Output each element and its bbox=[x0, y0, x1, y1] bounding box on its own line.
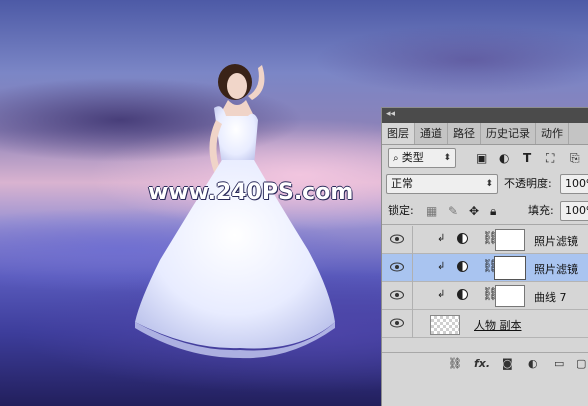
layer-mask-thumbnail[interactable] bbox=[495, 229, 525, 251]
layer-row-selected[interactable]: ↲ ⛓ 照片滤镜 bbox=[382, 254, 588, 282]
adjustment-layer-icon bbox=[457, 289, 468, 300]
watermark-text: www.240PS.com bbox=[148, 180, 354, 205]
new-group-icon[interactable]: ▭ bbox=[554, 357, 564, 370]
layer-row[interactable]: ↲ ⛓ 照片滤镜 bbox=[382, 226, 588, 254]
blend-row: 正常 ⬍ 不透明度: 100% bbox=[382, 174, 588, 200]
filter-row: ⌕ 类型 ⬍ ▣ ◐ T ⛶ ⎘ bbox=[382, 148, 588, 176]
type-filter-icon[interactable]: T bbox=[523, 151, 531, 165]
adjustment-layer-icon bbox=[457, 261, 468, 272]
layer-mask-thumbnail[interactable] bbox=[494, 256, 526, 280]
tab-channels[interactable]: 通道 bbox=[415, 123, 448, 144]
tab-layers[interactable]: 图层 bbox=[382, 122, 415, 144]
layer-mask-thumbnail[interactable] bbox=[495, 285, 525, 307]
blend-mode-value: 正常 bbox=[391, 177, 413, 190]
fill-input[interactable]: 100% bbox=[560, 201, 588, 221]
stepper-arrow-icon: ⬍ bbox=[443, 153, 451, 163]
adjustment-layer-icon bbox=[457, 233, 468, 244]
new-adjustment-icon[interactable]: ◐ bbox=[528, 357, 538, 370]
opacity-input[interactable]: 100% bbox=[560, 174, 588, 194]
opacity-label: 不透明度: bbox=[504, 177, 552, 190]
layer-thumbnail[interactable] bbox=[430, 315, 460, 335]
collapse-icon[interactable]: ◂◂ bbox=[386, 109, 395, 119]
panel-footer: ⛓ fx. ◙ ◐ ▭ ▢ bbox=[382, 352, 588, 375]
bride-figure bbox=[130, 60, 345, 360]
visibility-eye-icon[interactable] bbox=[390, 234, 404, 244]
shape-filter-icon[interactable]: ⛶ bbox=[546, 151, 554, 165]
lock-image-icon[interactable]: ✎ bbox=[448, 204, 458, 218]
clipping-arrow-icon: ↲ bbox=[437, 261, 446, 272]
layer-divider bbox=[412, 254, 413, 282]
new-layer-icon[interactable]: ▢ bbox=[576, 357, 586, 370]
filter-kind-select[interactable]: ⌕ 类型 ⬍ bbox=[388, 148, 456, 168]
visibility-eye-icon[interactable] bbox=[390, 262, 404, 272]
image-filter-icon[interactable]: ▣ bbox=[476, 151, 487, 165]
smart-object-filter-icon[interactable]: ⎘ bbox=[570, 151, 580, 165]
layer-row[interactable]: ↲ ⛓ 曲线 7 bbox=[382, 282, 588, 310]
visibility-eye-icon[interactable] bbox=[390, 290, 404, 300]
layer-row[interactable]: 人物 副本 bbox=[382, 310, 588, 338]
tab-actions[interactable]: 动作 bbox=[536, 123, 569, 144]
lock-transparent-icon[interactable]: ▦ bbox=[426, 204, 437, 218]
layer-list: ↲ ⛓ 照片滤镜 ↲ ⛓ 照片滤镜 ↲ ⛓ 曲线 7 人物 副本 bbox=[382, 226, 588, 349]
visibility-eye-icon[interactable] bbox=[390, 318, 404, 328]
panel-tabs: 图层 通道 路径 历史记录 动作 bbox=[382, 122, 588, 145]
layer-name[interactable]: 照片滤镜 bbox=[534, 261, 578, 277]
stepper-arrow-icon: ⬍ bbox=[485, 179, 493, 189]
panel-title-bar[interactable]: ◂◂ bbox=[382, 108, 588, 123]
layer-divider bbox=[412, 282, 413, 310]
fx-icon[interactable]: fx. bbox=[474, 357, 490, 370]
lock-label: 锁定: bbox=[388, 204, 414, 217]
lock-position-icon[interactable]: ✥ bbox=[469, 204, 479, 218]
layers-panel: ◂◂ 图层 通道 路径 历史记录 动作 ⌕ 类型 ⬍ ▣ ◐ T ⛶ ⎘ 正常 … bbox=[381, 107, 588, 406]
lock-row: 锁定: ▦ ✎ ✥ 🔒︎ 填充: 100% bbox=[382, 200, 588, 225]
filter-kind-label: 类型 bbox=[401, 151, 424, 164]
tab-paths[interactable]: 路径 bbox=[448, 123, 481, 144]
clipping-arrow-icon: ↲ bbox=[437, 289, 446, 300]
add-mask-icon[interactable]: ◙ bbox=[502, 357, 513, 370]
blend-mode-select[interactable]: 正常 ⬍ bbox=[386, 174, 498, 194]
tab-history[interactable]: 历史记录 bbox=[481, 123, 536, 144]
clipping-arrow-icon: ↲ bbox=[437, 233, 446, 244]
layer-name[interactable]: 人物 副本 bbox=[474, 317, 522, 333]
fill-label: 填充: bbox=[528, 204, 554, 217]
layer-name[interactable]: 曲线 7 bbox=[534, 289, 567, 305]
link-layers-icon[interactable]: ⛓ bbox=[448, 357, 462, 370]
adjustment-filter-icon[interactable]: ◐ bbox=[499, 151, 509, 165]
layer-name[interactable]: 照片滤镜 bbox=[534, 233, 578, 249]
layer-divider bbox=[412, 226, 413, 254]
layer-divider bbox=[412, 310, 413, 338]
search-icon: ⌕ bbox=[393, 153, 402, 164]
lock-all-icon[interactable]: 🔒︎ bbox=[490, 204, 496, 218]
